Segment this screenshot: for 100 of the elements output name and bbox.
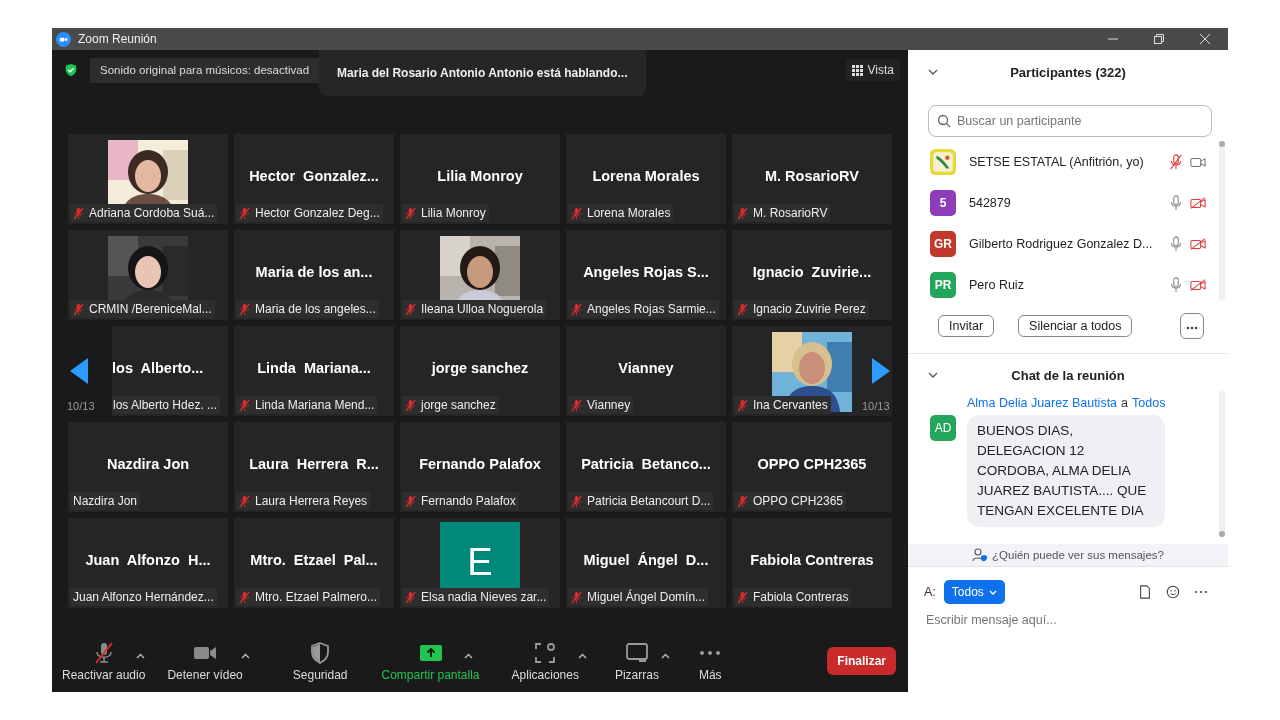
more-button[interactable]: Más: [692, 640, 728, 682]
left-triangle-icon: [70, 358, 88, 384]
video-off-icon[interactable]: [1190, 276, 1206, 293]
name-label: Fernando Palafox: [421, 494, 516, 508]
apps-icon: [533, 640, 558, 665]
name-label: Mtro. Etzael Palmero...: [255, 590, 378, 604]
mute-all-button[interactable]: Silenciar a todos: [1018, 315, 1133, 337]
participant-name: Miguel Ángel D...: [583, 552, 709, 568]
initials-avatar: AD: [930, 415, 956, 441]
caret-icon: [136, 652, 145, 659]
video-off-icon[interactable]: [1190, 194, 1206, 211]
person-shield-icon: [972, 548, 988, 562]
chevron-down-icon[interactable]: [928, 372, 938, 378]
name-label: Fabiola Contreras: [753, 590, 849, 604]
search-field[interactable]: Buscar un participante: [928, 105, 1212, 137]
more-button[interactable]: [1180, 313, 1205, 339]
mic-icon[interactable]: [1168, 235, 1184, 252]
shield-icon[interactable]: [64, 63, 78, 77]
name-label: Vianney: [587, 398, 631, 412]
recipient-dropdown[interactable]: Todos: [943, 580, 1005, 604]
participant-name: Pero Ruiz: [969, 277, 1025, 292]
name-label: Adriana Cordoba Suá...: [89, 206, 215, 220]
page-indicator: 10/13: [67, 400, 95, 412]
video-button[interactable]: Detener vídeo: [161, 640, 249, 682]
participant-name: Fabiola Contreras: [750, 552, 874, 568]
participant-name: Patricia Betanco...: [581, 456, 711, 472]
panel-title: Participantes (322): [1010, 64, 1126, 80]
speaking-banner: Maria del Rosario Antonio Antonio está hablando...: [319, 50, 646, 96]
invite-button[interactable]: Invitar: [938, 315, 995, 337]
next-page-button[interactable]: [872, 358, 890, 384]
participant-name: M. RosarioRV: [765, 168, 859, 184]
name-label: Linda Mariana Mend...: [255, 398, 375, 412]
participant-row[interactable]: SETSE ESTATAL (Anfitrión, yo): [930, 141, 1228, 182]
participant-name: Linda Mariana...: [257, 360, 371, 376]
grid-icon: [851, 64, 863, 76]
name-label: OPPO CPH2365: [753, 494, 844, 508]
name-label: Juan Alfonzo Hernández...: [73, 590, 214, 604]
apps-button[interactable]: Aplicaciones: [505, 640, 585, 682]
caret-icon: [577, 652, 587, 659]
whiteboard-icon: [624, 640, 649, 665]
participant-name: Lorena Morales: [592, 168, 700, 184]
participant-name: Juan Alfonzo H...: [85, 552, 211, 568]
mic-icon[interactable]: [1168, 276, 1184, 293]
name-label: CRMIN /BereniceMal...: [89, 302, 212, 316]
participant-name: Fernando Palafox: [419, 456, 541, 472]
mic-button[interactable]: Reactivar audio: [56, 640, 152, 682]
file-icon[interactable]: [1138, 585, 1152, 599]
participant-row[interactable]: PR Pero Ruiz: [930, 264, 1228, 305]
camera-logo-icon: [56, 31, 71, 47]
chevron-down-icon[interactable]: [928, 69, 938, 75]
page-indicator: 10/13: [862, 400, 890, 412]
right-triangle-icon: [872, 358, 890, 384]
name-label: Hector Gonzalez Deg...: [255, 206, 380, 220]
name-label: Lilia Monroy: [421, 206, 486, 220]
window-title: Zoom Reunión: [78, 32, 157, 46]
participant-row[interactable]: GR Gilberto Rodriguez Gonzalez D...: [930, 223, 1228, 264]
whiteboard-button[interactable]: Pizarras: [608, 640, 665, 682]
participant-name: jorge sanchez: [431, 360, 529, 376]
name-label: los Alberto Hdez. ...: [113, 398, 218, 412]
to-label: A:: [924, 585, 936, 599]
name-label: M. RosarioRV: [753, 206, 828, 220]
panel-title: Chat de la reunión: [1011, 367, 1125, 383]
emoji-icon[interactable]: [1166, 585, 1180, 599]
logo-icon: [930, 148, 956, 175]
search-icon: [937, 114, 951, 128]
share-button[interactable]: Compartir pantalla: [375, 640, 486, 682]
video-off-icon[interactable]: [1190, 235, 1206, 252]
caret-icon: [241, 652, 251, 659]
chevron-down-icon: [988, 589, 997, 595]
participant-name: Laura Herrera R...: [249, 456, 379, 472]
view-button[interactable]: Vista: [845, 59, 900, 81]
close-icon: [1200, 34, 1210, 44]
participant-name: Hector Gonzalez...: [249, 168, 379, 184]
participant-name: Nazdira Jon: [106, 456, 190, 472]
previous-page-button[interactable]: [70, 358, 88, 384]
name-label: Maria de los angeles...: [255, 302, 376, 316]
participant-name: Lilia Monroy: [437, 168, 523, 184]
name-label: Laura Herrera Reyes: [255, 494, 368, 508]
participant-row[interactable]: 5 542879: [930, 182, 1228, 223]
participant-name: 542879: [969, 195, 1012, 210]
participant-name: Gilberto Rodriguez Gonzalez D...: [969, 236, 1154, 251]
mic-icon[interactable]: [1168, 194, 1184, 211]
name-label: Ignacio Zuvirie Perez: [753, 302, 866, 316]
name-label: Patricia Betancourt D...: [587, 494, 711, 508]
name-label: Nazdira Jon: [73, 494, 138, 508]
more-icon: [700, 650, 721, 655]
participant-name: Ignacio Zuvirie...: [752, 264, 872, 280]
restore-icon: [1154, 34, 1164, 44]
participant-name: los Alberto...: [112, 360, 204, 376]
participant-name: Vianney: [618, 360, 674, 376]
security-button[interactable]: Seguridad: [286, 640, 354, 682]
end-meeting-button[interactable]: Finalizar: [827, 647, 896, 675]
recipient-name: Todos: [1132, 396, 1166, 410]
initials-avatar: PR: [930, 271, 956, 298]
participant-name: OPPO CPH2365: [757, 456, 867, 472]
name-label: jorge sanchez: [421, 398, 496, 412]
name-label: Ina Cervantes: [753, 398, 828, 412]
muted-mic-icon[interactable]: [1168, 153, 1184, 170]
name-label: Ileana Ulloa Noguerola: [421, 302, 544, 316]
participant-name: Angeles Rojas S...: [583, 264, 709, 280]
